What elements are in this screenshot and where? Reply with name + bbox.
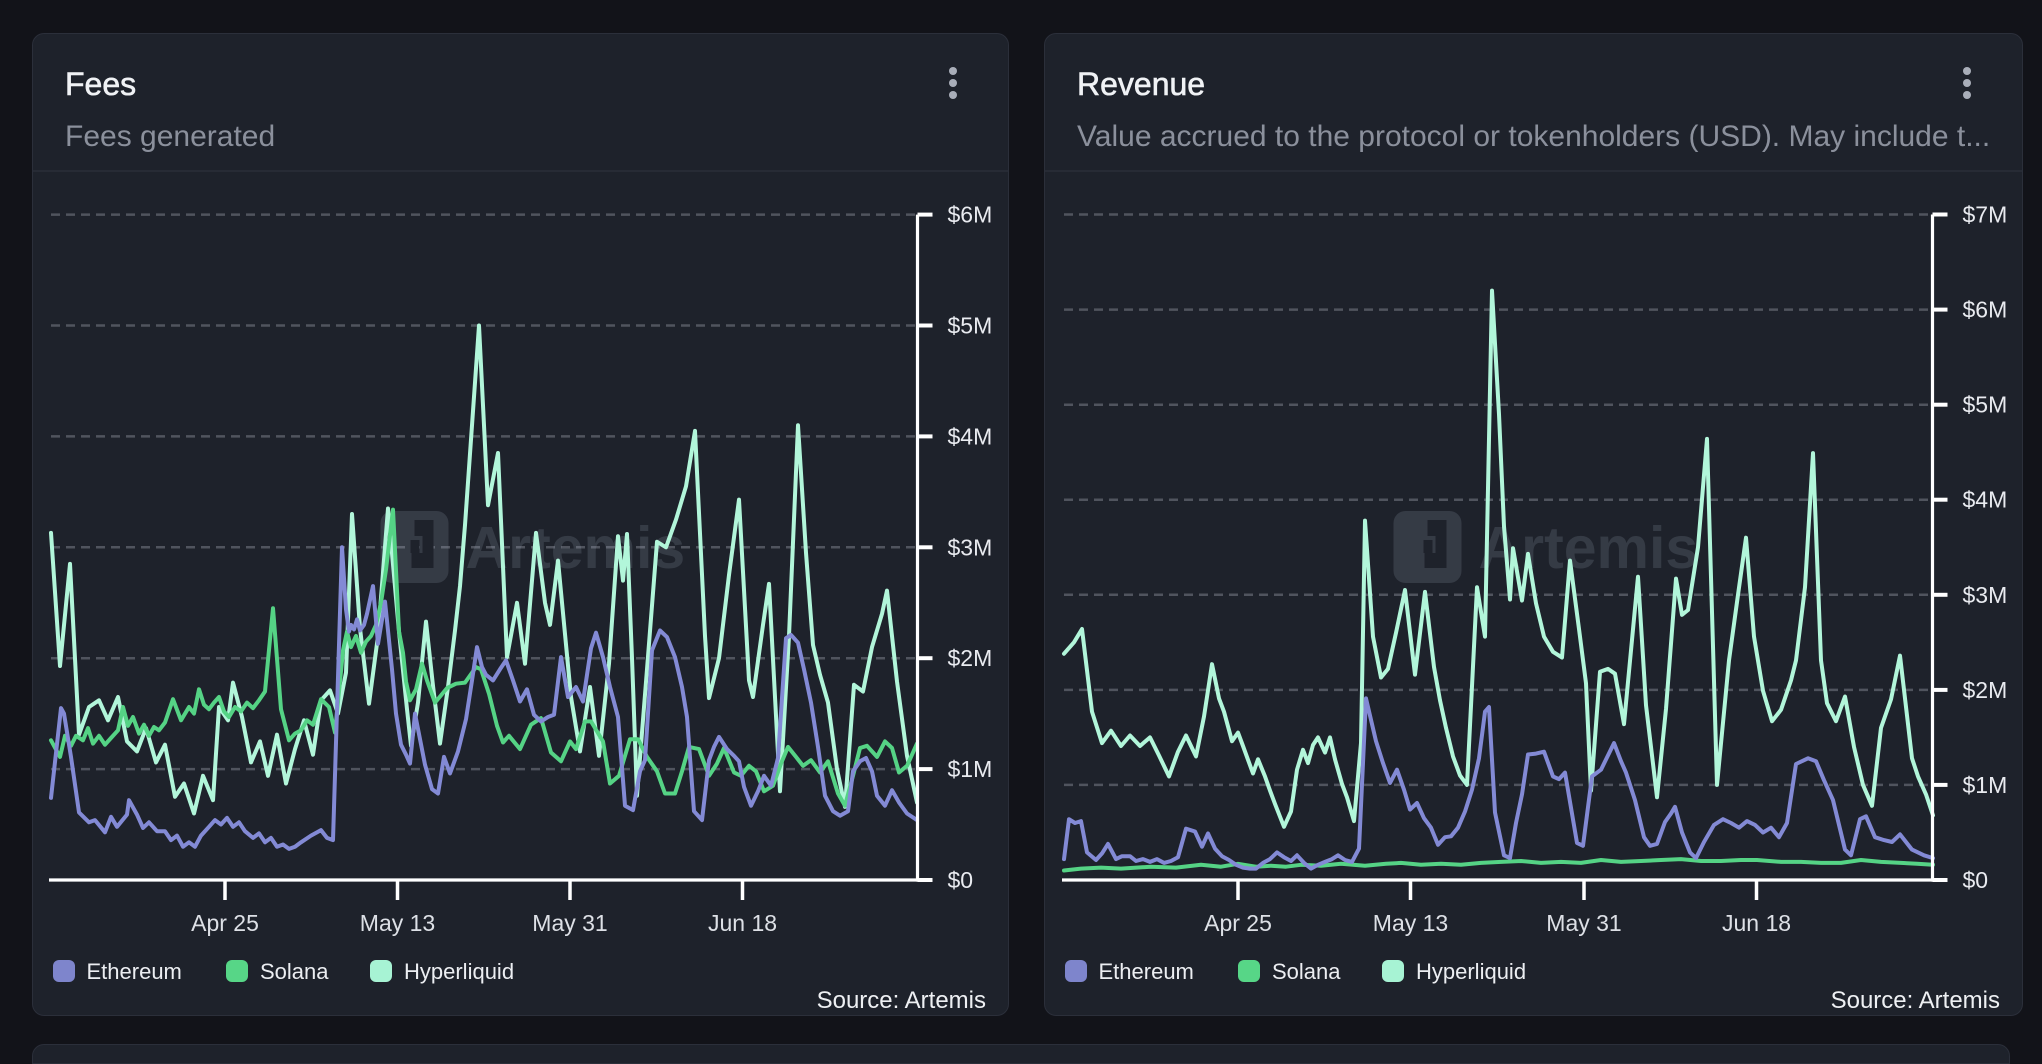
svg-text:$0: $0	[1963, 867, 1989, 893]
svg-text:Jun 18: Jun 18	[1722, 910, 1791, 936]
svg-text:$7M: $7M	[1963, 202, 2008, 228]
svg-text:$6M: $6M	[948, 202, 993, 228]
svg-text:$5M: $5M	[948, 313, 993, 339]
svg-text:Artemis: Artemis	[466, 515, 686, 581]
svg-text:$1M: $1M	[948, 756, 993, 782]
svg-text:May 13: May 13	[1373, 910, 1448, 936]
svg-text:Jun 18: Jun 18	[708, 910, 777, 936]
svg-text:May 31: May 31	[1546, 910, 1621, 936]
svg-text:$3M: $3M	[948, 534, 993, 560]
svg-text:$1M: $1M	[1963, 772, 2008, 798]
svg-text:May 31: May 31	[532, 910, 607, 936]
svg-text:May 13: May 13	[360, 910, 435, 936]
svg-text:$2M: $2M	[948, 645, 993, 671]
svg-text:$4M: $4M	[948, 423, 993, 449]
svg-text:$5M: $5M	[1963, 392, 2008, 418]
svg-text:$2M: $2M	[1963, 677, 2008, 703]
svg-text:$6M: $6M	[1963, 297, 2008, 323]
svg-text:$0: $0	[948, 867, 974, 893]
svg-text:Apr 25: Apr 25	[1204, 910, 1272, 936]
svg-text:$4M: $4M	[1963, 487, 2008, 513]
svg-text:Apr 25: Apr 25	[191, 910, 259, 936]
svg-text:$3M: $3M	[1963, 582, 2008, 608]
